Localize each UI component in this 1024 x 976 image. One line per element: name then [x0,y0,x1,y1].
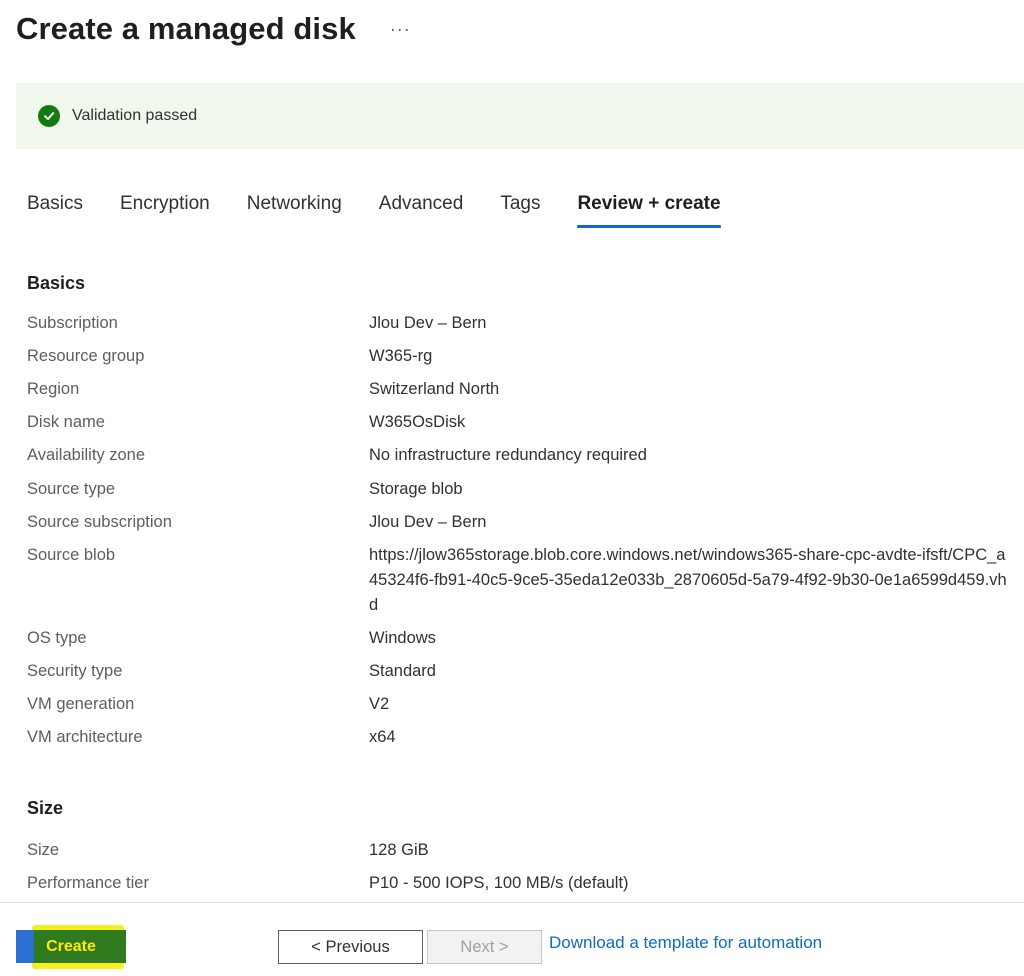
row-value: 128 GiB [369,841,429,859]
row-label: Source type [27,480,116,498]
summary-row: VM generation V2 [27,694,1017,715]
checkmark-circle-icon [38,105,60,127]
row-label: VM generation [27,695,135,713]
row-label: Source blob [27,546,116,564]
row-value: No infrastructure redundancy required [369,446,647,464]
summary-row: Region Switzerland North [27,379,1017,400]
row-value: https://jlow365storage.blob.core.windows… [369,546,1007,614]
row-label: OS type [27,629,87,647]
validation-banner: Validation passed [16,83,1024,149]
tab-networking[interactable]: Networking [247,188,342,228]
previous-button[interactable]: < Previous [278,930,423,964]
next-button: Next > [427,930,542,964]
summary-row: Performance tier P10 - 500 IOPS, 100 MB/… [27,873,1017,894]
summary-row: Source blob https://jlow365storage.blob.… [27,545,1017,618]
tab-advanced[interactable]: Advanced [379,188,464,228]
page-header: Create a managed disk ··· [16,6,411,52]
summary-row: Resource group W365-rg [27,346,1017,367]
summary-row: Availability zone No infrastructure redu… [27,445,1017,466]
summary-row: Size 128 GiB [27,840,1017,861]
summary-row: Source subscription Jlou Dev – Bern [27,512,1017,533]
row-value: V2 [369,695,390,713]
summary-row: Disk name W365OsDisk [27,412,1017,433]
row-label: Subscription [27,314,118,332]
row-label: Performance tier [27,874,149,892]
row-label: Resource group [27,347,145,365]
row-value: x64 [369,728,396,746]
wizard-tabs: Basics Encryption Networking Advanced Ta… [27,188,758,228]
row-label: Security type [27,662,123,680]
row-value: Windows [369,629,436,647]
row-value: P10 - 500 IOPS, 100 MB/s (default) [369,874,629,892]
page-title: Create a managed disk [16,11,356,46]
create-button-label: Create [46,937,96,955]
summary-row: Security type Standard [27,661,1017,682]
row-label: Region [27,380,80,398]
row-label: Source subscription [27,513,172,531]
summary-row: Subscription Jlou Dev – Bern [27,313,1017,334]
summary-row: Source type Storage blob [27,479,1017,500]
tab-tags[interactable]: Tags [500,188,540,228]
row-value: Standard [369,662,436,680]
row-value: Jlou Dev – Bern [369,314,487,332]
summary-row: OS type Windows [27,628,1017,649]
section-title-size: Size [27,798,64,818]
summary-row: VM architecture x64 [27,727,1017,748]
section-title-basics: Basics [27,273,86,293]
row-value: W365-rg [369,347,433,365]
more-options-icon[interactable]: ··· [390,19,411,40]
tab-basics[interactable]: Basics [27,188,83,228]
create-button[interactable]: Create [16,930,126,963]
row-label: Availability zone [27,446,146,464]
row-value: W365OsDisk [369,413,466,431]
validation-text: Validation passed [72,107,198,124]
row-value: Switzerland North [369,380,500,398]
row-label: Size [27,841,60,859]
row-value: Storage blob [369,480,463,498]
tab-review-create[interactable]: Review + create [577,188,721,228]
row-label: VM architecture [27,728,143,746]
row-value: Jlou Dev – Bern [369,513,487,531]
row-label: Disk name [27,413,105,431]
tab-encryption[interactable]: Encryption [120,188,210,228]
download-template-link[interactable]: Download a template for automation [549,933,822,953]
